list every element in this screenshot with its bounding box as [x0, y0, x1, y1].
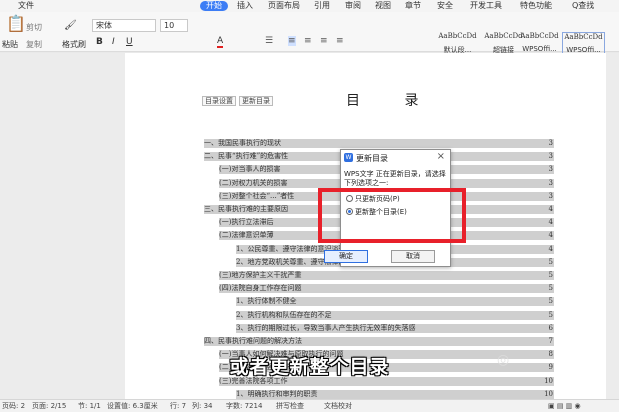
- align-left-icon[interactable]: ≡: [288, 36, 296, 46]
- cancel-button[interactable]: 取消: [391, 250, 435, 263]
- bold-button[interactable]: B: [96, 37, 103, 47]
- status-section: 节: 1/1: [78, 402, 101, 410]
- toc-line-text: (二)对权力机关的损害: [219, 178, 288, 187]
- font-size-select[interactable]: 10: [160, 19, 188, 32]
- toc-line-page: 4: [548, 244, 553, 253]
- toc-line-text: 2、执行机构和队伍存在的不足: [236, 310, 332, 319]
- toc-line-text: 三、民事执行难的主要原因: [204, 205, 288, 213]
- toc-line-page: 5: [548, 297, 553, 306]
- left-margin-area: [0, 53, 125, 399]
- toc-line-page: 3: [548, 191, 553, 200]
- menu-section[interactable]: 章节: [405, 0, 421, 12]
- list-icon[interactable]: ☰: [265, 36, 273, 46]
- menu-devtools[interactable]: 开发工具: [470, 0, 502, 12]
- scrollbar[interactable]: [606, 53, 619, 399]
- paste-button[interactable]: 粘贴: [2, 39, 18, 50]
- dialog-title: 更新目录: [356, 154, 388, 163]
- status-col: 列: 34: [192, 402, 213, 410]
- menu-layout[interactable]: 页面布局: [268, 0, 300, 12]
- toc-line-text: 一、我国民事执行的现状: [204, 139, 281, 147]
- justify-icon[interactable]: ≡: [336, 36, 344, 46]
- paste-icon[interactable]: 📋: [6, 14, 26, 33]
- video-subtitle: 或者更新整个目录: [229, 356, 390, 378]
- toc-line-page: 5: [548, 310, 553, 319]
- menu-reference[interactable]: 引用: [314, 0, 330, 12]
- format-painter-button[interactable]: 格式刷: [62, 39, 86, 50]
- toc-line-page: 5: [548, 271, 553, 279]
- toc-toolbar: 目录设置 更新目录: [202, 96, 276, 106]
- toc-line-text: (一)执行立法滞后: [219, 218, 274, 227]
- brush-icon[interactable]: 🖌: [64, 20, 77, 31]
- status-words[interactable]: 字数: 7214: [226, 401, 262, 412]
- wps-writer-window: 文件 开始 插入 页面布局 引用 审阅 视图 章节 安全 开发工具 特色功能 Q…: [0, 0, 619, 412]
- toc-line[interactable]: 3、执行的期限过长，导致当事人产生执行无效率的失落感 6: [236, 323, 554, 333]
- toc-line-page: 4: [548, 218, 553, 227]
- toc-line-text: (四)法院自身工作存在问题: [219, 284, 302, 293]
- menu-security[interactable]: 安全: [437, 0, 453, 12]
- toc-line-text: (三)地方保护主义干扰严重: [219, 271, 302, 279]
- underline-button[interactable]: U: [126, 37, 133, 47]
- dialog-message: WPS文字 正在更新目录，请选择下列选项之一:: [344, 170, 446, 187]
- toc-line-text: 四、民事执行难问题的解决方法: [204, 337, 302, 345]
- toc-line[interactable]: 1、执行体制不健全 5: [236, 297, 554, 307]
- toc-settings-button[interactable]: 目录设置: [202, 96, 236, 106]
- status-doc-check[interactable]: 文档校对: [324, 401, 352, 412]
- toc-line-text: (三)对整个社会“...”者性: [219, 191, 295, 200]
- toc-title: 目 录: [346, 93, 439, 109]
- toc-line-text: (二)法律意识单薄: [219, 231, 274, 240]
- status-setting: 设置值: 6.3厘米: [107, 402, 158, 410]
- ribbon-toolbar: 📋 粘贴 剪切 复制 格式刷 🖌 宋体 10 B I U A ☰ ≡ ≡ ≡ ≡…: [0, 12, 619, 62]
- menu-bar: 文件 开始 插入 页面布局 引用 审阅 视图 章节 安全 开发工具 特色功能 Q…: [0, 0, 619, 12]
- menu-review[interactable]: 审阅: [345, 0, 361, 12]
- toc-line[interactable]: 1、明确执行和审判的职责 10: [236, 389, 554, 399]
- toc-line-text: 二、民事“执行难”的危害性: [204, 152, 289, 161]
- status-pages: 页面: 2/15: [32, 402, 67, 410]
- menu-view[interactable]: 视图: [375, 0, 391, 12]
- ok-button[interactable]: 确定: [324, 250, 368, 263]
- menu-search[interactable]: Q查找: [572, 0, 594, 12]
- cut-button[interactable]: 剪切: [26, 22, 42, 33]
- font-name-select[interactable]: 宋体: [92, 19, 156, 32]
- toc-line-text: 3、执行的期限过长，导致当事人产生执行无效率的失落感: [236, 323, 416, 332]
- toc-line-page: 7: [548, 337, 553, 345]
- font-color-button[interactable]: A: [217, 36, 224, 48]
- toc-line-page: 4: [548, 231, 553, 240]
- toc-line-page: 4: [548, 205, 553, 213]
- italic-button[interactable]: I: [112, 37, 115, 47]
- menu-special[interactable]: 特色功能: [520, 0, 552, 12]
- toc-line-text: 1、执行体制不健全: [236, 297, 297, 306]
- align-right-icon[interactable]: ≡: [320, 36, 328, 46]
- toc-line-page: 5: [548, 257, 553, 266]
- toc-line-page: 5: [548, 284, 553, 293]
- toc-line[interactable]: (四)法院自身工作存在问题 5: [219, 284, 554, 294]
- toc-line[interactable]: 一、我国民事执行的现状 3: [204, 139, 554, 148]
- toc-line-page: 6: [548, 323, 553, 332]
- toc-line[interactable]: 四、民事执行难问题的解决方法 7: [204, 337, 554, 346]
- toc-update-button[interactable]: 更新目录: [239, 96, 273, 106]
- toc-line-page: 3: [548, 139, 553, 147]
- toc-line-page: 3: [548, 152, 553, 161]
- wps-logo-icon: W: [344, 153, 353, 162]
- toc-line-text: (一)对当事人的损害: [219, 165, 281, 174]
- copy-button[interactable]: 复制: [26, 39, 42, 50]
- align-center-icon[interactable]: ≡: [304, 36, 312, 46]
- toc-line[interactable]: 2、执行机构和队伍存在的不足 5: [236, 310, 554, 320]
- highlight-frame: [318, 188, 466, 243]
- toc-line-page: 3: [548, 165, 553, 174]
- status-bar: 页码: 2 页面: 2/15 节: 1/1 设置值: 6.3厘米 行: 7 列:…: [0, 399, 619, 412]
- menu-start[interactable]: 开始: [200, 1, 228, 11]
- menu-insert[interactable]: 插入: [237, 0, 253, 12]
- toc-line[interactable]: (三)地方保护主义干扰严重 5: [219, 271, 554, 280]
- status-row: 行: 7: [170, 402, 187, 410]
- toc-line-page: 10: [544, 389, 553, 398]
- toc-line-text: 1、明确执行和审判的职责: [236, 389, 318, 398]
- view-mode-icon[interactable]: ▣ ▤ ▥ ◉: [548, 401, 581, 412]
- toc-line-page: 3: [548, 178, 553, 187]
- status-spell-check[interactable]: 拼写检查: [276, 401, 304, 412]
- menu-file[interactable]: 文件: [18, 0, 34, 12]
- close-icon[interactable]: ×: [437, 151, 445, 162]
- status-page-num: 页码: 2: [2, 402, 26, 410]
